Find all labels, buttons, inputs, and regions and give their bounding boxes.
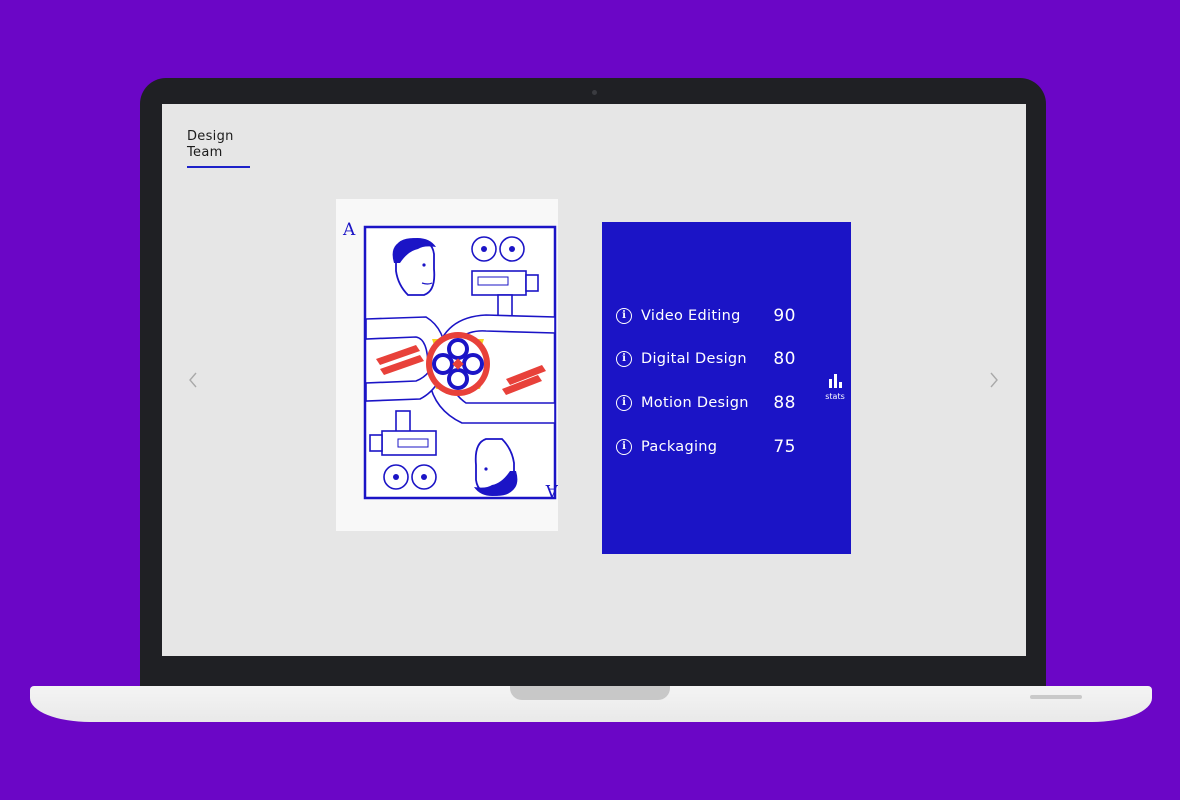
stats-panel: i Video Editing 90 i Digital Design 80 i… bbox=[602, 222, 851, 554]
stat-value: 75 bbox=[773, 437, 796, 457]
info-icon[interactable]: i bbox=[616, 351, 632, 367]
knot-emblem bbox=[426, 332, 490, 396]
info-icon[interactable]: i bbox=[616, 308, 632, 324]
brand-line-1: Design bbox=[187, 129, 234, 144]
laptop-screen: Design Team A A i Video Editing 90 i Dig… bbox=[162, 104, 1026, 656]
stats-toggle-label: stats bbox=[825, 392, 845, 401]
stat-value: 80 bbox=[773, 349, 796, 369]
rank-top: A bbox=[342, 220, 356, 240]
info-icon[interactable]: i bbox=[616, 395, 632, 411]
stat-label: Packaging bbox=[641, 439, 718, 455]
brand-underline bbox=[187, 166, 250, 168]
stat-row: i Packaging 75 bbox=[616, 436, 796, 458]
laptop-base bbox=[30, 686, 1152, 722]
laptop-notch bbox=[510, 686, 670, 700]
brand-title[interactable]: Design Team bbox=[187, 129, 251, 161]
ace-playing-card[interactable]: A A bbox=[336, 199, 558, 531]
rank-bottom: A bbox=[545, 480, 558, 500]
info-icon[interactable]: i bbox=[616, 439, 632, 455]
stat-label: Motion Design bbox=[641, 395, 749, 411]
camera-dot bbox=[592, 90, 597, 95]
chevron-right-icon[interactable] bbox=[987, 370, 1001, 390]
stat-row: i Video Editing 90 bbox=[616, 305, 796, 327]
stat-row: i Digital Design 80 bbox=[616, 348, 796, 370]
stat-value: 88 bbox=[773, 393, 796, 413]
stat-row: i Motion Design 88 bbox=[616, 392, 796, 414]
laptop-bezel: Design Team A A i Video Editing 90 i Dig… bbox=[140, 78, 1046, 690]
laptop-vent bbox=[1030, 695, 1082, 699]
stat-label: Digital Design bbox=[641, 351, 747, 367]
chevron-left-icon[interactable] bbox=[186, 370, 200, 390]
brand-line-2: Team bbox=[187, 145, 223, 160]
stat-label: Video Editing bbox=[641, 308, 741, 324]
stats-toggle-button[interactable]: stats bbox=[820, 374, 850, 408]
bar-chart-icon bbox=[828, 374, 842, 388]
stat-value: 90 bbox=[773, 306, 796, 326]
card-illustration: A A bbox=[342, 220, 558, 500]
